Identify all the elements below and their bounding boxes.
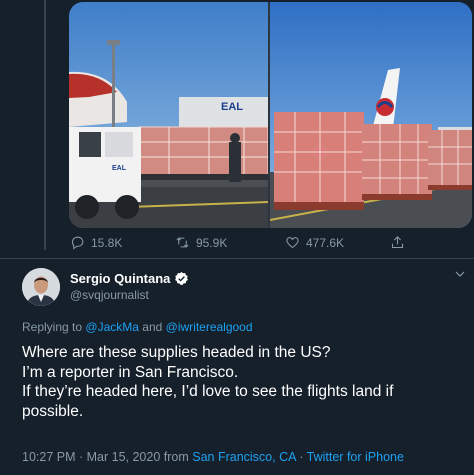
photo-cargo-pallets-image — [270, 2, 472, 228]
retweet-icon — [176, 237, 189, 248]
photo-cargo-pallets[interactable] — [270, 2, 472, 228]
author-name-row: Sergio Quintana — [70, 271, 189, 286]
tweet-text-line: I’m a reporter in San Francisco. — [22, 363, 239, 381]
tweet-action-bar: 15.8K 95.9K 477.6K — [70, 235, 410, 253]
reply-icon — [71, 236, 84, 250]
share-button[interactable] — [390, 235, 405, 250]
tweet-divider — [0, 258, 474, 259]
svg-text:EAL: EAL — [221, 101, 243, 113]
chevron-down-icon[interactable] — [454, 268, 466, 280]
photo-cargo-truck-image: EAL EAL — [69, 2, 268, 228]
tweet-text-line: If they’re headed here, I’d love to see … — [22, 383, 394, 400]
author-handle[interactable]: @svqjournalist — [70, 288, 149, 302]
tweet-text-line: Where are these supplies headed in the U… — [22, 344, 331, 361]
tweet-media[interactable]: EAL EAL — [69, 2, 472, 228]
tweet-text-line: possible. — [22, 402, 84, 420]
share-icon — [391, 236, 404, 249]
like-button[interactable]: 477.6K — [285, 235, 344, 250]
avatar-image — [22, 268, 60, 306]
svg-text:EAL: EAL — [112, 165, 127, 172]
mention-link-2[interactable]: @iwriterealgood — [166, 320, 253, 334]
photo-cargo-truck[interactable]: EAL EAL — [69, 2, 268, 228]
reply-count: 15.8K — [91, 235, 123, 250]
tweet-client-link[interactable]: Twitter for iPhone — [307, 450, 404, 464]
like-count: 477.6K — [306, 235, 345, 250]
reply-button[interactable]: 15.8K — [70, 235, 122, 250]
tweet-timestamp[interactable]: 10:27 PM · Mar 15, 2020 from — [22, 450, 189, 464]
retweet-count: 95.9K — [196, 235, 228, 250]
mention-link-1[interactable]: @JackMa — [85, 320, 139, 334]
thread-line — [44, 0, 46, 250]
verified-badge-icon — [175, 271, 189, 285]
replying-to-prefix: Replying to — [22, 320, 83, 334]
retweet-button[interactable]: 95.9K — [175, 235, 227, 250]
avatar[interactable] — [22, 268, 60, 306]
author-display-name[interactable]: Sergio Quintana — [70, 271, 170, 286]
tweet-text: Where are these supplies headed in the U… — [22, 343, 467, 421]
tweet-location-link[interactable]: San Francisco, CA — [192, 450, 296, 464]
tweet-meta: 10:27 PM · Mar 15, 2020 from San Francis… — [22, 450, 404, 464]
meta-separator: · — [299, 450, 304, 464]
like-icon — [286, 237, 299, 249]
replying-to: Replying to @JackMa and @iwriterealgood — [22, 320, 253, 334]
replying-to-conjunction: and — [142, 320, 163, 334]
